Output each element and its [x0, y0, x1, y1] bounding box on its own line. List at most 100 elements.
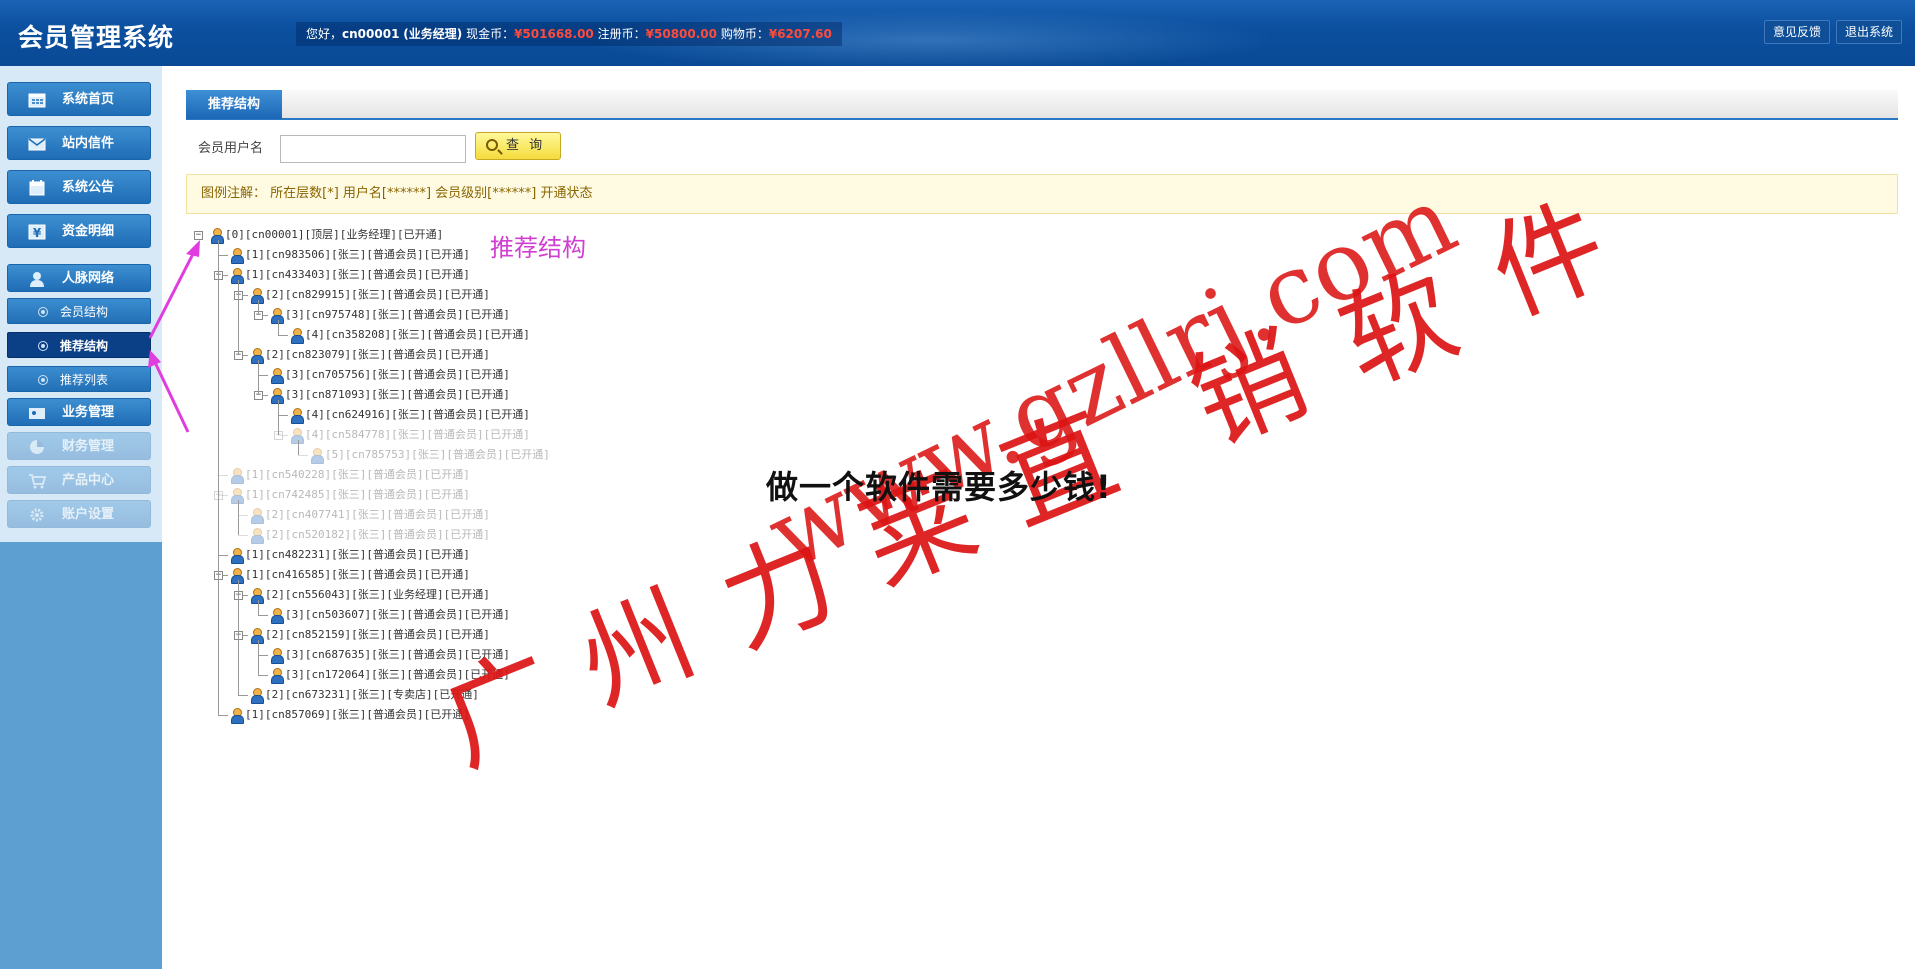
dot-icon: [38, 307, 48, 317]
app-title: 会员管理系统: [18, 23, 175, 52]
sidebar-item-notice[interactable]: 系统公告: [7, 170, 151, 204]
greeting: 您好，: [306, 27, 343, 41]
gear-icon: [30, 508, 44, 522]
tree-node-label: [4][cn624916][张三][普通会员][已开通]: [305, 408, 530, 421]
legend-note: 图例注解： 所在层数[*] 用户名[******] 会员级别[******] 开…: [186, 174, 1898, 214]
search-button[interactable]: 查 询: [475, 132, 561, 160]
sidebar-item-label: 账户设置: [62, 507, 115, 522]
top-header: 会员管理系统 您好，cn00001 (业务经理) 现金币：¥501668.00 …: [0, 0, 1915, 66]
tree-connector: [218, 255, 228, 256]
tree-guide-line: [258, 300, 259, 315]
user-avatar-icon: [230, 548, 244, 564]
sidebar-item-mail[interactable]: 站内信件: [7, 126, 151, 160]
collapse-icon[interactable]: −: [194, 231, 203, 240]
sidebar-subitem-referral-structure[interactable]: 推荐结构: [7, 332, 151, 358]
shop-label: 购物币：: [720, 27, 769, 41]
user-avatar-icon: [230, 248, 244, 264]
tree-node-label: [1][cn857069][张三][普通会员][已开通]: [245, 708, 470, 721]
sidebar-item-finance[interactable]: 财务管理: [7, 432, 151, 460]
tree-node-label: [1][cn482231][张三][普通会员][已开通]: [245, 548, 470, 561]
tree-node-label: [3][cn975748][张三][普通会员][已开通]: [285, 308, 510, 321]
person-icon: [30, 272, 44, 287]
annotation-label: 推荐结构: [490, 234, 586, 262]
user-avatar-icon: [230, 708, 244, 724]
tree-connector: [258, 675, 268, 676]
tree-connector: [278, 335, 288, 336]
sidebar-item-label: 产品中心: [62, 473, 115, 488]
cash-value: ¥501668.00: [514, 27, 594, 41]
tree-connector: [238, 515, 248, 516]
tree-guide-line: [238, 280, 239, 355]
tree-node-label: [2][cn823079][张三][普通会员][已开通]: [265, 348, 490, 361]
tree-connector: [278, 415, 288, 416]
tree-connector: [258, 615, 268, 616]
calendar-icon: [28, 93, 46, 108]
tree-connector: [238, 535, 248, 536]
user-avatar-icon: [270, 668, 284, 684]
tree-guide-line: [258, 600, 259, 615]
sidebar-item-label: 系统首页: [62, 92, 115, 107]
tree-node-label: [2][cn520182][张三][普通会员][已开通]: [265, 528, 490, 541]
tree-connector: [258, 655, 268, 656]
user-avatar-icon: [230, 468, 244, 484]
tree-connector: [218, 555, 228, 556]
logout-button[interactable]: 退出系统: [1836, 20, 1903, 44]
sidebar-item-network[interactable]: 人脉网络: [7, 264, 151, 292]
tree-node-label: [5][cn785753][张三][普通会员][已开通]: [325, 448, 550, 461]
search-label: 会员用户名: [198, 141, 264, 156]
reg-value: ¥50800.00: [645, 27, 717, 41]
user-avatar-icon: [230, 568, 244, 584]
overlay-title: 做一个软件需要多少钱!: [766, 468, 1112, 506]
tree-node-label: [3][cn705756][张三][普通会员][已开通]: [285, 368, 510, 381]
cart-icon: [29, 474, 46, 489]
tree-node-label: [4][cn584778][张三][普通会员][已开通]: [305, 428, 530, 441]
notice-icon: [29, 180, 45, 196]
user-avatar-icon: [210, 228, 224, 244]
finance-icon: [30, 440, 44, 454]
user-avatar-icon: [310, 448, 324, 464]
mail-icon: [28, 138, 46, 151]
svg-text:¥: ¥: [33, 226, 42, 240]
sidebar-item-products[interactable]: 产品中心: [7, 466, 151, 494]
sidebar-item-settings[interactable]: 账户设置: [7, 500, 151, 528]
username: cn00001: [342, 27, 400, 41]
user-avatar-icon: [250, 688, 264, 704]
tree-node-label: [4][cn358208][张三][普通会员][已开通]: [305, 328, 530, 341]
sidebar-item-label: 资金明细: [62, 224, 115, 239]
tree-guide-line: [238, 580, 239, 695]
sidebar-item-label: 业务管理: [62, 405, 115, 420]
sidebar-subitem-referral-list[interactable]: 推荐列表: [7, 366, 151, 392]
sidebar-item-funds[interactable]: ¥ 资金明细: [7, 214, 151, 248]
tree-node-label: [1][cn540228][张三][普通会员][已开通]: [245, 468, 470, 481]
tree-guide-line: [258, 360, 259, 395]
tab-bar: 推荐结构: [186, 90, 1898, 120]
user-avatar-icon: [290, 428, 304, 444]
sidebar-item-label: 推荐结构: [60, 339, 109, 353]
tree-connector: [258, 375, 268, 376]
tab-referral-structure[interactable]: 推荐结构: [186, 90, 283, 119]
user-avatar-icon: [230, 268, 244, 284]
tree-connector: [218, 715, 228, 716]
tree-guide-line: [278, 400, 279, 435]
user-avatar-icon: [270, 388, 284, 404]
tree-node-label: [1][cn742485][张三][普通会员][已开通]: [245, 488, 470, 501]
search-button-label: 查 询: [506, 138, 546, 153]
user-avatar-icon: [250, 628, 264, 644]
username-search-input[interactable]: [280, 135, 466, 163]
sidebar-subitem-member-structure[interactable]: 会员结构: [7, 298, 151, 324]
dot-icon: [38, 341, 48, 351]
feedback-button[interactable]: 意见反馈: [1764, 20, 1831, 44]
user-avatar-icon: [250, 528, 264, 544]
sidebar-item-home[interactable]: 系统首页: [7, 82, 151, 116]
sidebar-item-label: 人脉网络: [62, 271, 115, 286]
tree-guide-line: [238, 500, 239, 535]
sidebar-item-label: 推荐列表: [60, 373, 109, 387]
money-icon: ¥: [28, 224, 46, 240]
tree-guide-line: [218, 240, 219, 715]
cash-label: 现金币：: [466, 27, 515, 41]
tree-node-label: [1][cn416585][张三][普通会员][已开通]: [245, 568, 470, 581]
tree-connector: [218, 475, 228, 476]
user-avatar-icon: [270, 648, 284, 664]
user-avatar-icon: [270, 368, 284, 384]
sidebar-item-business[interactable]: 业务管理: [7, 398, 151, 426]
